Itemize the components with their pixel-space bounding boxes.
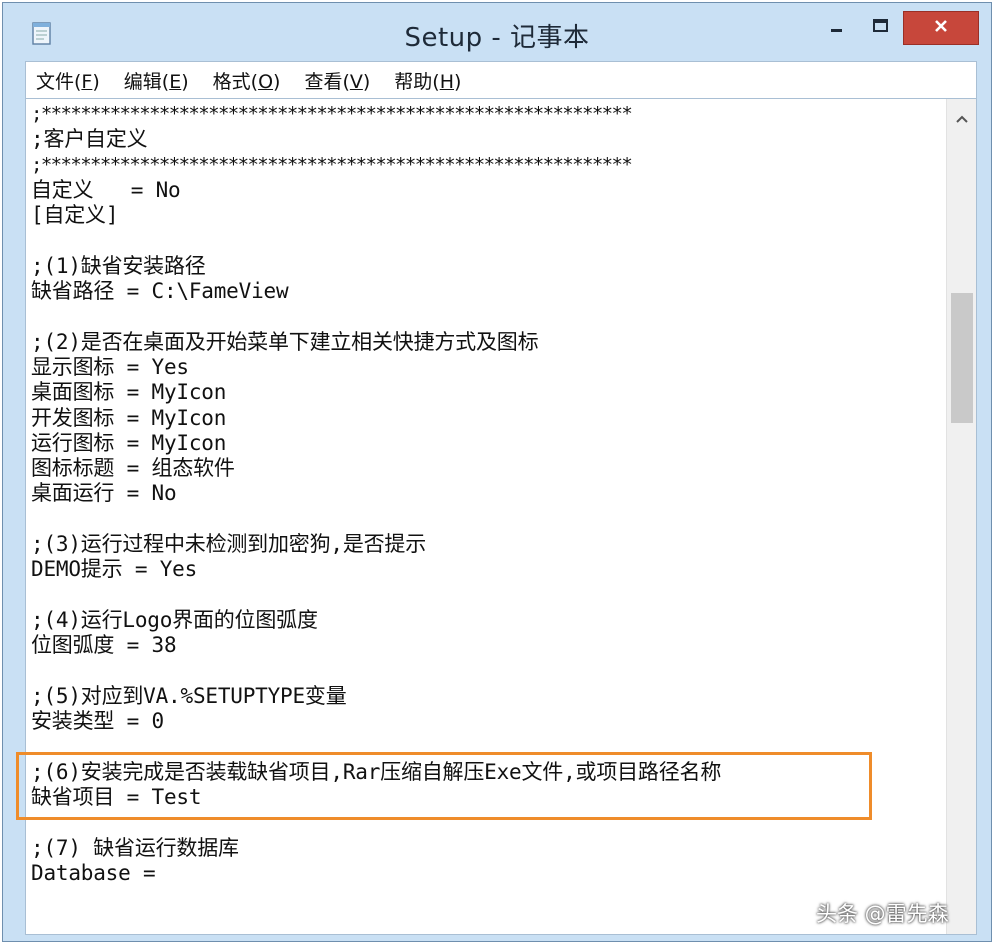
text-line: ;客户自定义 xyxy=(31,127,148,152)
highlight-box xyxy=(16,752,872,820)
text-line: ;***************************************… xyxy=(31,103,633,125)
menu-view[interactable]: 查看(V) xyxy=(304,67,370,94)
text-line: 开发图标 = MyIcon xyxy=(31,405,227,430)
text-line: 位图弧度 = 38 xyxy=(31,633,177,658)
text-line: Database = xyxy=(31,860,156,885)
text-line: ;(5)对应到VA.%SETUPTYPE变量 xyxy=(31,683,347,708)
text-line: [自定义] xyxy=(31,203,119,228)
vertical-scrollbar[interactable] xyxy=(946,99,976,934)
title-bar[interactable]: Setup - 记事本 xyxy=(3,3,991,61)
text-line: 显示图标 = Yes xyxy=(31,354,189,379)
menu-format[interactable]: 格式(O) xyxy=(213,67,281,94)
menu-edit[interactable]: 编辑(E) xyxy=(124,67,189,94)
text-line: ;(4)运行Logo界面的位图弧度 xyxy=(31,607,318,632)
text-line: 图标标题 = 组态软件 xyxy=(31,456,235,481)
minimize-button[interactable] xyxy=(815,11,859,45)
text-line xyxy=(31,228,943,253)
text-line xyxy=(31,583,943,608)
menu-bar: 文件(F) 编辑(E) 格式(O) 查看(V) 帮助(H) xyxy=(25,61,977,99)
text-line: 自定义 = No xyxy=(31,177,181,202)
text-line: ;***************************************… xyxy=(31,153,633,176)
watermark: 头条 @雷先森 xyxy=(816,902,949,926)
text-line: 运行图标 = MyIcon xyxy=(31,430,227,455)
text-line: DEMO提示 = Yes xyxy=(31,557,198,582)
text-line xyxy=(31,304,943,329)
text-line: 安装类型 = 0 xyxy=(31,709,164,734)
maximize-button[interactable] xyxy=(859,11,903,45)
text-line: ;(7) 缺省运行数据库 xyxy=(31,835,239,860)
scrollbar-thumb[interactable] xyxy=(951,293,973,423)
maximize-icon xyxy=(872,18,890,38)
text-line xyxy=(31,507,943,532)
menu-file[interactable]: 文件(F) xyxy=(36,67,100,94)
text-line: 缺省路径 = C:\FameView xyxy=(31,279,289,304)
text-line: 桌面图标 = MyIcon xyxy=(31,380,227,405)
close-button[interactable] xyxy=(903,11,979,45)
text-line xyxy=(31,659,943,684)
minimize-icon xyxy=(829,18,845,38)
menu-help[interactable]: 帮助(H) xyxy=(394,67,461,94)
scroll-up-icon[interactable] xyxy=(947,105,976,133)
close-icon xyxy=(933,18,949,38)
text-line: 桌面运行 = No xyxy=(31,481,177,506)
text-line: ;(2)是否在桌面及开始菜单下建立相关快捷方式及图标 xyxy=(31,329,539,354)
text-line: ;(3)运行过程中未检测到加密狗,是否提示 xyxy=(31,532,427,557)
text-line: ;(1)缺省安装路径 xyxy=(31,253,206,278)
